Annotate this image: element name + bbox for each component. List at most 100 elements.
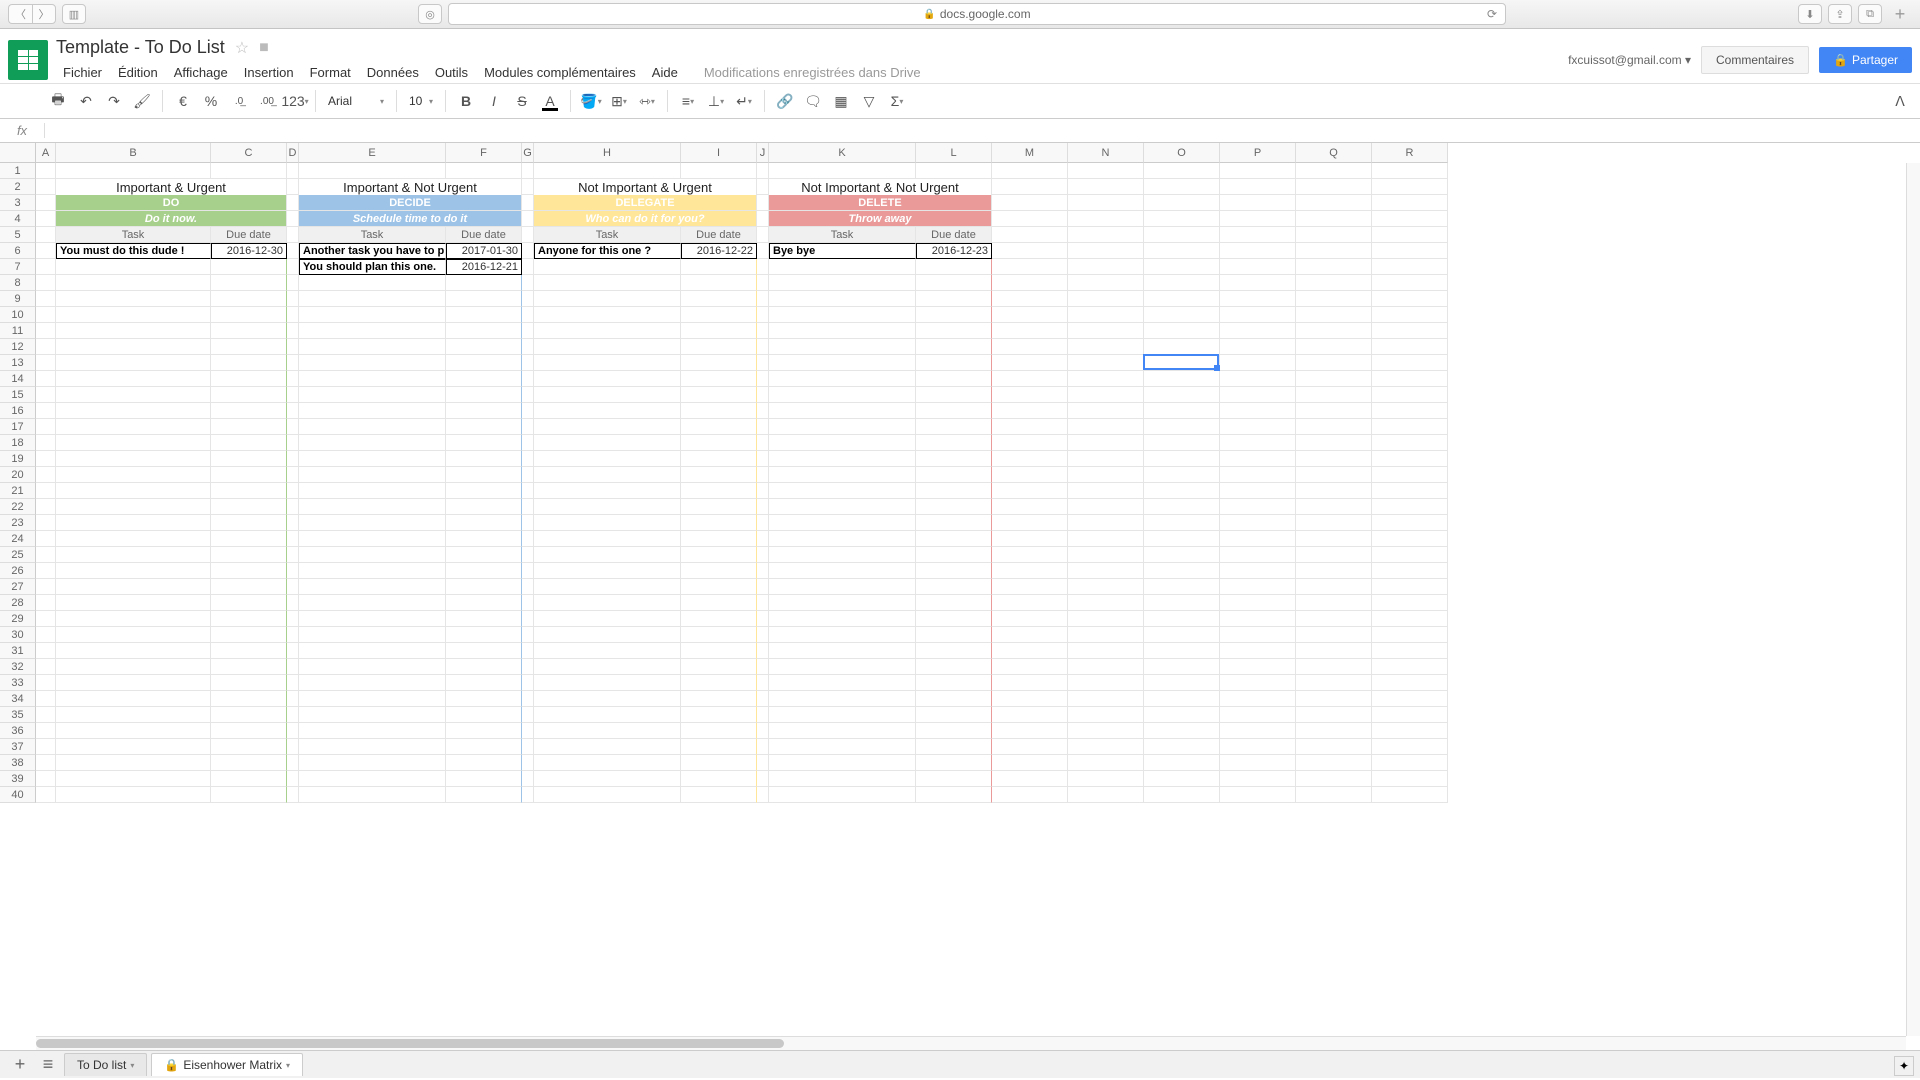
cell[interactable]	[681, 691, 757, 707]
cell[interactable]	[757, 435, 769, 451]
cell[interactable]	[1296, 291, 1372, 307]
cell[interactable]: You should plan this one.	[299, 259, 446, 275]
cell[interactable]	[992, 643, 1068, 659]
cell[interactable]	[56, 499, 211, 515]
cell[interactable]	[36, 643, 56, 659]
comments-button[interactable]: Commentaires	[1701, 46, 1809, 74]
cell[interactable]	[1220, 227, 1296, 243]
cell[interactable]	[916, 355, 992, 371]
cell[interactable]	[56, 467, 211, 483]
cell[interactable]	[446, 483, 522, 499]
cell[interactable]	[757, 611, 769, 627]
cell[interactable]	[1372, 499, 1448, 515]
cell[interactable]	[1296, 643, 1372, 659]
cell[interactable]	[56, 691, 211, 707]
cell[interactable]	[916, 611, 992, 627]
row-header[interactable]: 14	[0, 371, 36, 387]
cell[interactable]	[446, 291, 522, 307]
cell[interactable]	[1068, 403, 1144, 419]
row-header[interactable]: 8	[0, 275, 36, 291]
cell[interactable]	[1296, 611, 1372, 627]
share-button[interactable]: ⇪	[1828, 4, 1852, 24]
cell[interactable]	[1144, 275, 1220, 291]
cell[interactable]	[56, 323, 211, 339]
cell[interactable]	[522, 387, 534, 403]
paint-format-icon[interactable]: 🖌	[130, 89, 154, 113]
cell[interactable]	[534, 723, 681, 739]
cell[interactable]	[992, 195, 1068, 211]
cell[interactable]	[1220, 707, 1296, 723]
cell[interactable]	[287, 451, 299, 467]
text-wrap-icon[interactable]: ↵▾	[732, 89, 756, 113]
cell[interactable]	[916, 787, 992, 803]
cell[interactable]	[1220, 339, 1296, 355]
cell[interactable]	[211, 627, 287, 643]
cell[interactable]	[522, 659, 534, 675]
cell[interactable]	[299, 307, 446, 323]
cell[interactable]	[56, 595, 211, 611]
cell[interactable]	[522, 163, 534, 179]
cell[interactable]	[211, 403, 287, 419]
cell[interactable]	[1220, 739, 1296, 755]
cell[interactable]	[1296, 435, 1372, 451]
cell[interactable]	[1296, 387, 1372, 403]
cell[interactable]	[1372, 243, 1448, 259]
cell[interactable]	[992, 707, 1068, 723]
row-header[interactable]: 40	[0, 787, 36, 803]
cell[interactable]: DELETE	[769, 195, 992, 211]
cell[interactable]	[446, 355, 522, 371]
cell[interactable]	[1220, 403, 1296, 419]
cell[interactable]	[681, 547, 757, 563]
cell[interactable]	[299, 611, 446, 627]
cell[interactable]	[1068, 275, 1144, 291]
cell[interactable]	[299, 275, 446, 291]
cell[interactable]	[757, 419, 769, 435]
cell[interactable]	[1296, 739, 1372, 755]
cell[interactable]	[1144, 675, 1220, 691]
cell[interactable]	[1372, 579, 1448, 595]
cell[interactable]	[446, 307, 522, 323]
cell[interactable]: Anyone for this one ?	[534, 243, 681, 259]
cell[interactable]	[522, 771, 534, 787]
cell[interactable]: Not Important & Not Urgent	[769, 179, 992, 195]
cell[interactable]	[287, 787, 299, 803]
cell[interactable]	[1296, 627, 1372, 643]
cell[interactable]	[757, 307, 769, 323]
cell[interactable]	[1372, 387, 1448, 403]
cell[interactable]	[992, 259, 1068, 275]
cell[interactable]	[769, 707, 916, 723]
cell[interactable]	[36, 739, 56, 755]
cell[interactable]	[916, 515, 992, 531]
cell[interactable]	[992, 547, 1068, 563]
cell[interactable]	[534, 499, 681, 515]
cell[interactable]	[446, 771, 522, 787]
cell[interactable]	[522, 547, 534, 563]
italic-icon[interactable]: I	[482, 89, 506, 113]
horizontal-align-icon[interactable]: ≡▾	[676, 89, 700, 113]
cell[interactable]	[1220, 275, 1296, 291]
decimal-increase-icon[interactable]: .00̲	[255, 89, 279, 113]
cell[interactable]	[287, 371, 299, 387]
cell[interactable]	[446, 787, 522, 803]
cell[interactable]	[446, 547, 522, 563]
row-header[interactable]: 24	[0, 531, 36, 547]
cell[interactable]	[299, 531, 446, 547]
cell[interactable]	[287, 323, 299, 339]
cell[interactable]	[534, 387, 681, 403]
cell[interactable]: Due date	[446, 227, 522, 243]
cell[interactable]	[1372, 419, 1448, 435]
cell[interactable]	[769, 755, 916, 771]
cell[interactable]	[757, 787, 769, 803]
cell[interactable]	[56, 291, 211, 307]
cell[interactable]	[522, 355, 534, 371]
cell[interactable]	[534, 531, 681, 547]
cell[interactable]	[446, 707, 522, 723]
cell[interactable]	[522, 243, 534, 259]
cell[interactable]	[769, 771, 916, 787]
cell[interactable]	[1296, 515, 1372, 531]
cell[interactable]	[534, 739, 681, 755]
cell[interactable]	[1372, 739, 1448, 755]
url-bar[interactable]: 🔒 docs.google.com ⟳	[448, 3, 1506, 25]
column-header[interactable]: J	[757, 143, 769, 163]
cell[interactable]	[36, 595, 56, 611]
